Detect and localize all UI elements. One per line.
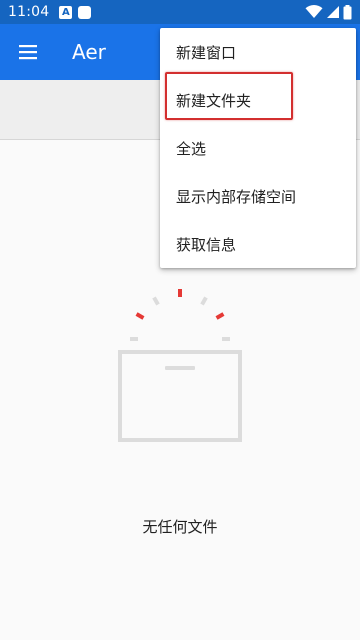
battery-icon [343,4,352,19]
screen: 11:04 A Aer 无任何文件 新建窗口 新建文件夹 全选 显示内部存储空间… [0,0,360,640]
menu-item-label: 全选 [176,139,207,158]
cell-signal-icon [327,6,339,18]
empty-folder-icon [118,289,242,442]
status-icons [305,4,352,20]
overflow-menu: 新建窗口 新建文件夹 全选 显示内部存储空间 获取信息 [160,28,356,268]
folder-handle [165,366,195,370]
folder-box [118,350,242,442]
menu-item-label: 获取信息 [176,235,237,254]
wifi-icon [305,5,323,18]
notification-square-icon [78,5,92,19]
hamburger-menu-icon [19,45,37,60]
menu-button[interactable] [0,24,56,80]
menu-item-label: 新建窗口 [176,43,237,62]
spark-right-low [222,337,230,341]
app-title: Aer [72,40,106,64]
notification-a-icon: A [59,5,73,19]
status-bar: 11:04 A [0,0,360,24]
menu-item-label: 显示内部存储空间 [176,187,297,206]
spark-right-top [200,296,208,306]
spark-left-low [130,337,138,341]
spark-left-mid [135,312,145,320]
menu-item-select-all[interactable]: 全选 [160,124,356,172]
empty-message: 无任何文件 [142,518,218,536]
spark-right-mid [215,312,225,320]
status-time: 11:04 [8,4,50,20]
menu-item-get-info[interactable]: 获取信息 [160,220,356,268]
spark-center [178,289,182,297]
menu-item-label: 新建文件夹 [176,91,252,110]
spark-left-top [152,296,160,306]
menu-item-show-internal-storage[interactable]: 显示内部存储空间 [160,172,356,220]
menu-item-new-window[interactable]: 新建窗口 [160,28,356,76]
menu-item-new-folder[interactable]: 新建文件夹 [160,76,356,124]
